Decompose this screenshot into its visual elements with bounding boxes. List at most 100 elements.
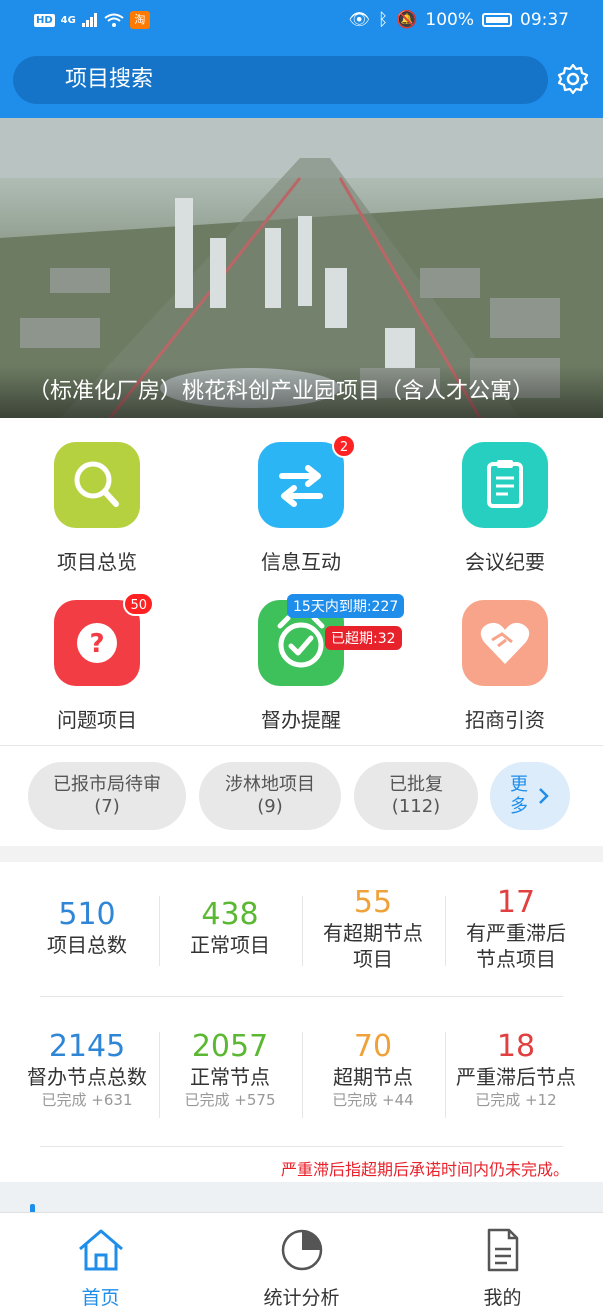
stat-completed: 已完成 +631 [41,1091,133,1109]
hd-indicator: HD [34,13,55,27]
stat-label-1: 有严重滞后 [466,921,566,945]
grid-label: 项目总览 [57,550,137,574]
taobao-app-icon: 淘 [129,11,150,29]
stat-completed: 已完成 +575 [184,1091,276,1109]
grid-label: 信息互动 [261,550,341,574]
stat-overdue-projects[interactable]: 55 有超期节点 项目 [303,886,443,972]
tab-statistics[interactable]: 统计分析 [201,1213,402,1309]
project-banner[interactable]: （标准化厂房）桃花科创产业园项目（含人才公寓） [0,118,603,418]
grid-item-problem-projects[interactable]: ? 50 问题项目 [7,592,187,733]
due-soon-tag: 15天内到期:227 [287,594,405,618]
document-icon [487,1228,518,1272]
stat-label: 正常节点 [190,1065,270,1089]
section-gap [0,1182,603,1216]
grid-item-project-overview[interactable]: 项目总览 [7,442,187,575]
tab-mine[interactable]: 我的 [402,1213,603,1309]
status-left: HD 4G 淘 [34,11,150,29]
grid-item-investment[interactable]: 招商引资 [415,600,595,733]
battery-percent: 100% [425,10,474,30]
chip-label: 已批复 [389,774,443,795]
stat-label: 超期节点 [333,1065,413,1089]
home-icon [78,1229,123,1271]
grid-item-info-interaction[interactable]: 2 信息互动 [211,434,391,575]
stat-value: 70 [353,1029,393,1064]
stat-label-2: 项目 [353,947,393,971]
stat-total-nodes[interactable]: 2145 督办节点总数 已完成 +631 [17,1030,157,1110]
stat-label: 督办节点总数 [27,1065,147,1089]
project-search-bar[interactable]: 项目搜索 [13,56,548,104]
grid-label: 督办提醒 [261,708,341,732]
settings-gear-icon[interactable] [556,62,590,96]
mute-icon: 🔕 [396,10,418,30]
stat-value: 438 [201,897,259,932]
stat-total-projects[interactable]: 510 项目总数 [17,898,157,958]
filter-chips: 已报市局待审 (7) 涉林地项目 (9) 已批复 (112) 更 多 [0,746,603,846]
stat-overdue-nodes[interactable]: 70 超期节点 已完成 +44 [303,1030,443,1110]
eye-icon: 👁 [348,10,371,30]
signal-icon [81,13,97,27]
stat-completed: 已完成 +44 [332,1091,414,1109]
bottom-tab-bar: 首页 统计分析 我的 [0,1212,603,1309]
divider [40,996,563,997]
status-right: 👁 ᛒ 🔕 100% 09:37 [348,10,569,30]
grid-label: 招商引资 [465,708,545,732]
notification-badge: 50 [123,592,154,616]
battery-icon [482,13,512,27]
stat-value: 510 [58,897,116,932]
chip-count: (7) [94,796,120,817]
chip-forest-land[interactable]: 涉林地项目 (9) [199,762,341,830]
more-label-2: 多 [510,796,528,817]
stat-value: 55 [353,885,393,920]
question-icon: ? 50 [54,592,154,686]
chip-label: 已报市局待审 [53,774,161,795]
statistics-panel: 510 项目总数 438 正常项目 55 有超期节点 项目 17 有严重滞后 节… [0,862,603,1182]
clipboard-icon [462,442,548,528]
notification-badge: 2 [332,434,356,458]
grid-item-meeting-minutes[interactable]: 会议纪要 [415,442,595,575]
stat-label: 严重滞后节点 [456,1065,576,1089]
stat-normal-nodes[interactable]: 2057 正常节点 已完成 +575 [160,1030,300,1110]
divider [159,896,160,966]
delay-definition-note: 严重滞后指超期后承诺时间内仍未完成。 [280,1160,569,1179]
divider [40,1146,563,1147]
wifi-icon [104,13,124,27]
stat-label: 正常项目 [190,933,270,957]
stat-value: 18 [496,1029,536,1064]
chip-pending-review[interactable]: 已报市局待审 (7) [28,762,186,830]
divider [445,896,446,966]
handshake-heart-icon [462,600,548,686]
tab-home[interactable]: 首页 [0,1213,201,1309]
chip-count: (9) [257,796,283,817]
bluetooth-icon: ᛒ [378,10,389,30]
divider [445,1032,446,1118]
svg-text:?: ? [89,629,104,659]
divider [302,1032,303,1118]
grid-label: 问题项目 [57,708,137,732]
grid-label: 会议纪要 [465,550,545,574]
chip-label: 涉林地项目 [225,774,315,795]
network-indicator: 4G [60,14,76,26]
grid-item-supervision-reminder[interactable]: 督办提醒 15天内到期:227 已超期:32 [211,594,405,733]
clock: 09:37 [520,10,569,30]
section-gap [0,846,603,862]
stat-value: 2057 [191,1029,269,1064]
stat-value: 17 [496,885,536,920]
stat-completed: 已完成 +12 [475,1091,557,1109]
stat-label-2: 节点项目 [476,947,556,971]
stat-label-1: 有超期节点 [323,921,423,945]
stat-severely-delayed-nodes[interactable]: 18 严重滞后节点 已完成 +12 [446,1030,586,1110]
banner-caption: （标准化厂房）桃花科创产业园项目（含人才公寓） [0,366,603,418]
divider [159,1032,160,1118]
overdue-tag: 已超期:32 [325,626,402,650]
stat-severely-delayed-projects[interactable]: 17 有严重滞后 节点项目 [446,886,586,972]
status-bar: HD 4G 淘 👁 ᛒ 🔕 100% 09:37 [0,0,603,44]
chevron-right-icon [539,788,549,804]
chip-count: (112) [391,796,441,817]
swap-arrows-icon: 2 [258,434,356,528]
header: 项目搜索 [0,44,603,118]
more-chips-button[interactable]: 更 多 [490,762,570,830]
stat-label: 项目总数 [47,933,127,957]
more-label-1: 更 [510,774,528,795]
chip-approved[interactable]: 已批复 (112) [354,762,478,830]
stat-normal-projects[interactable]: 438 正常项目 [160,898,300,958]
